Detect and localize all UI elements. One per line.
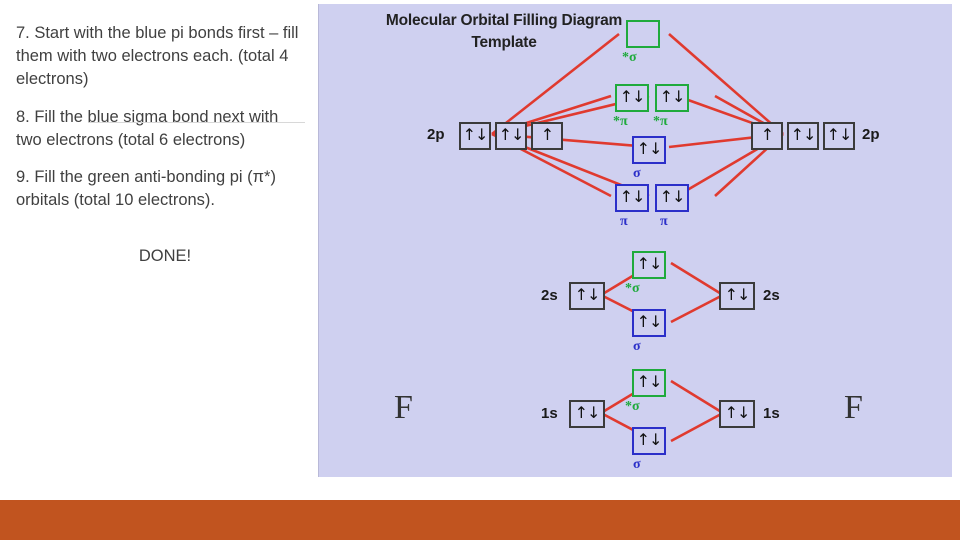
label-right-1s: 1s bbox=[763, 405, 780, 422]
orbital-left-2p-1: ↑↓ bbox=[459, 122, 491, 150]
done-label: DONE! bbox=[138, 247, 192, 266]
diagram-title-line2: Template bbox=[471, 34, 537, 51]
electron-arrows: ↑ bbox=[540, 125, 554, 144]
diagram-title-line1: Molecular Orbital Filling Diagram bbox=[385, 12, 623, 29]
symbol-sigma-star-1s: *σ bbox=[625, 399, 640, 414]
mo-2s-sigma: ↑↓ bbox=[632, 309, 666, 337]
electron-arrows: ↑↓ bbox=[636, 372, 663, 391]
paragraph-8: 8. Fill the blue sigma bond next with tw… bbox=[16, 108, 279, 150]
mo-1s-sigma: ↑↓ bbox=[632, 427, 666, 455]
electron-arrows: ↑↓ bbox=[659, 87, 686, 106]
orbital-left-2p-3: ↑ bbox=[531, 122, 563, 150]
symbol-sigma-star-2p: *σ bbox=[622, 50, 637, 65]
electron-arrows: ↑↓ bbox=[574, 285, 601, 304]
electron-arrows: ↑↓ bbox=[659, 187, 686, 206]
orbital-right-1s: ↑↓ bbox=[719, 400, 755, 428]
label-left-1s: 1s bbox=[541, 405, 558, 422]
mo-1s-sigma-star: ↑↓ bbox=[632, 369, 666, 397]
orbital-right-2p-1: ↑ bbox=[751, 122, 783, 150]
electron-arrows: ↑↓ bbox=[636, 312, 663, 331]
orbital-left-2p-2: ↑↓ bbox=[495, 122, 527, 150]
electron-arrows: ↑ bbox=[760, 125, 774, 144]
mo-2p-sigma-star bbox=[626, 20, 660, 48]
electron-arrows: ↑↓ bbox=[636, 254, 663, 273]
symbol-sigma-2p: σ bbox=[633, 166, 641, 181]
electron-arrows: ↑↓ bbox=[636, 139, 663, 158]
electron-arrows: ↑↓ bbox=[636, 430, 663, 449]
mo-2s-sigma-star: ↑↓ bbox=[632, 251, 666, 279]
horizontal-divider bbox=[88, 122, 316, 123]
orbital-right-2s: ↑↓ bbox=[719, 282, 755, 310]
mo-2p-pi-star-2: ↑↓ bbox=[655, 84, 689, 112]
atom-label-right: F bbox=[844, 389, 863, 426]
electron-arrows: ↑↓ bbox=[619, 187, 646, 206]
electron-arrows: ↑↓ bbox=[724, 403, 751, 422]
text-column: 7. Start with the blue pi bonds first – … bbox=[16, 22, 304, 266]
symbol-pi-1: π bbox=[620, 214, 628, 229]
symbol-sigma-star-2s: *σ bbox=[625, 281, 640, 296]
bottom-white-strip bbox=[0, 481, 960, 500]
label-right-2s: 2s bbox=[763, 287, 780, 304]
slide: 7. Start with the blue pi bonds first – … bbox=[0, 0, 960, 540]
symbol-pi-2: π bbox=[660, 214, 668, 229]
electron-arrows: ↑↓ bbox=[498, 125, 525, 144]
mo-2p-pi-star-1: ↑↓ bbox=[615, 84, 649, 112]
electron-arrows: ↑↓ bbox=[724, 285, 751, 304]
bottom-accent-bar bbox=[0, 500, 960, 540]
electron-arrows: ↑↓ bbox=[462, 125, 489, 144]
electron-arrows: ↑↓ bbox=[619, 87, 646, 106]
electron-arrows: ↑↓ bbox=[574, 403, 601, 422]
orbital-right-2p-3: ↑↓ bbox=[823, 122, 855, 150]
mo-2p-pi-1: ↑↓ bbox=[615, 184, 649, 212]
paragraph-9: 9. Fill the green anti-bonding pi (π*) o… bbox=[16, 167, 276, 209]
diagram-canvas: Molecular Orbital Filling Diagram Templa… bbox=[318, 4, 952, 477]
orbital-left-1s: ↑↓ bbox=[569, 400, 605, 428]
symbol-sigma-2s: σ bbox=[633, 339, 641, 354]
symbol-pi-star-1: *π bbox=[613, 114, 628, 129]
paragraph-7: 7. Start with the blue pi bonds first – … bbox=[16, 24, 299, 88]
mo-2p-pi-2: ↑↓ bbox=[655, 184, 689, 212]
atom-label-left: F bbox=[394, 389, 413, 426]
symbol-sigma-1s: σ bbox=[633, 457, 641, 472]
electron-arrows: ↑↓ bbox=[790, 125, 817, 144]
label-left-2p: 2p bbox=[427, 126, 445, 143]
orbital-right-2p-2: ↑↓ bbox=[787, 122, 819, 150]
label-right-2p: 2p bbox=[862, 126, 880, 143]
orbital-left-2s: ↑↓ bbox=[569, 282, 605, 310]
mo-2p-sigma: ↑↓ bbox=[632, 136, 666, 164]
label-left-2s: 2s bbox=[541, 287, 558, 304]
electron-arrows: ↑↓ bbox=[826, 125, 853, 144]
diagram-title: Molecular Orbital Filling Diagram Templa… bbox=[339, 12, 669, 52]
symbol-pi-star-2: *π bbox=[653, 114, 668, 129]
diagram-image: Molecular Orbital Filling Diagram Templa… bbox=[305, 0, 960, 481]
